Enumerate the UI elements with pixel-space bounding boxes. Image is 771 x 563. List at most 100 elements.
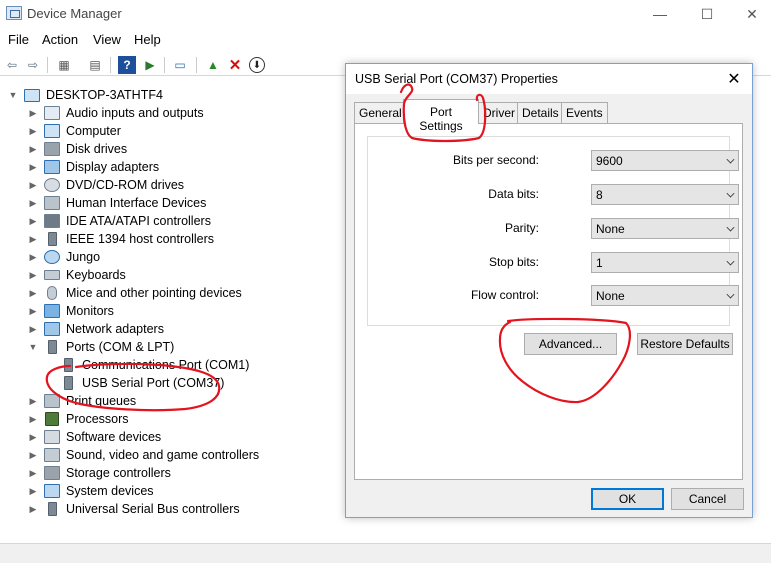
uninstall-icon[interactable]: ✕ [226,56,244,74]
tree-item-ports[interactable]: ▼ Ports (COM & LPT) [28,338,174,356]
chevron-right-icon[interactable]: ▶ [28,198,38,209]
tree-item-processors[interactable]: ▶ Processors [28,410,129,428]
tree-item-software[interactable]: ▶ Software devices [28,428,161,446]
menu-bar: File Action View Help [0,30,771,50]
bits-per-second-label: Bits per second: [452,153,539,167]
stop-bits-select[interactable]: 1 [591,252,739,273]
forward-arrow-icon[interactable]: ⇨ [24,56,42,74]
tree-item-com1[interactable]: Communications Port (COM1) [64,356,249,374]
tree-item-display-adapters[interactable]: ▶ Display adapters [28,158,159,176]
select-value: None [596,289,625,303]
chevron-right-icon[interactable]: ▶ [28,396,38,407]
sound-icon [44,448,60,462]
tree-item-label: Universal Serial Bus controllers [66,502,240,516]
restore-defaults-button[interactable]: Restore Defaults [637,333,733,355]
menu-help[interactable]: Help [134,32,161,47]
tree-item-label: USB Serial Port (COM37) [82,376,225,390]
parity-label: Parity: [504,221,539,235]
tree-item-sound[interactable]: ▶ Sound, video and game controllers [28,446,259,464]
tree-item-label: Audio inputs and outputs [66,106,204,120]
tree-item-audio[interactable]: ▶ Audio inputs and outputs [28,104,204,122]
flow-control-select[interactable]: None [591,285,739,306]
tree-item-monitors[interactable]: ▶ Monitors [28,302,114,320]
minimize-button[interactable]: — [637,0,683,28]
show-hidden-icon[interactable]: ▤ [86,56,104,74]
tree-item-system[interactable]: ▶ System devices [28,482,154,500]
chevron-right-icon[interactable]: ▶ [28,468,38,479]
chevron-right-icon[interactable]: ▶ [28,270,38,281]
chevron-down-icon [726,189,735,198]
ide-controller-icon [44,214,60,228]
tab-port-settings[interactable]: Port Settings [403,99,479,133]
chevron-right-icon[interactable]: ▶ [28,450,38,461]
close-icon[interactable]: ✕ [724,69,744,89]
chevron-right-icon[interactable]: ▶ [28,126,38,137]
chevron-right-icon[interactable]: ▶ [28,306,38,317]
chevron-right-icon[interactable]: ▶ [28,180,38,191]
tree-item-print-queues[interactable]: ▶ Print queues [28,392,136,410]
tree-item-ieee1394[interactable]: ▶ IEEE 1394 host controllers [28,230,214,248]
cancel-button[interactable]: Cancel [671,488,744,510]
storage-controller-icon [44,466,60,480]
chevron-right-icon[interactable]: ▶ [28,144,38,155]
tree-item-usb[interactable]: ▶ Universal Serial Bus controllers [28,500,240,518]
chevron-right-icon[interactable]: ▶ [28,108,38,119]
chevron-right-icon[interactable]: ▶ [28,234,38,245]
tree-item-network[interactable]: ▶ Network adapters [28,320,164,338]
chevron-right-icon[interactable]: ▶ [28,432,38,443]
tree-item-jungo[interactable]: ▶ Jungo [28,248,100,266]
maximize-button[interactable]: ☐ [684,0,730,28]
ok-button[interactable]: OK [591,488,664,510]
chevron-right-icon[interactable]: ▶ [28,486,38,497]
menu-action[interactable]: Action [42,32,78,47]
data-bits-select[interactable]: 8 [591,184,739,205]
properties-icon[interactable]: ▦ [55,56,73,74]
chevron-right-icon[interactable]: ▶ [28,162,38,173]
help-icon[interactable]: ? [118,56,136,74]
chevron-right-icon[interactable]: ▶ [28,216,38,227]
parity-select[interactable]: None [591,218,739,239]
chevron-down-icon[interactable]: ▼ [28,342,38,352]
chevron-right-icon[interactable]: ▶ [28,414,38,425]
network-adapter-icon [44,322,60,336]
toolbar-separator [110,57,111,73]
dialog-title-bar: USB Serial Port (COM37) Properties ✕ [346,64,752,94]
tree-item-hid[interactable]: ▶ Human Interface Devices [28,194,206,212]
chevron-right-icon[interactable]: ▶ [28,324,38,335]
tree-item-dvd[interactable]: ▶ DVD/CD-ROM drives [28,176,184,194]
disable-icon[interactable]: ⬇ [249,57,265,73]
tree-item-label: Processors [66,412,129,426]
dvd-drive-icon [44,178,60,192]
advanced-button[interactable]: Advanced... [524,333,617,355]
tree-item-com37[interactable]: USB Serial Port (COM37) [64,374,224,392]
toolbar-separator [196,57,197,73]
tree-item-label: Keyboards [66,268,126,282]
tree-item-mice[interactable]: ▶ Mice and other pointing devices [28,284,242,302]
tree-item-computer[interactable]: ▶ Computer [28,122,121,140]
tree-item-label: DVD/CD-ROM drives [66,178,185,192]
bits-per-second-select[interactable]: 9600 [591,150,739,171]
tree-root[interactable]: ▼ DESKTOP-3ATHTF4 [8,86,163,104]
chevron-down-icon [726,223,735,232]
back-arrow-icon[interactable]: ⇦ [3,56,21,74]
chevron-right-icon[interactable]: ▶ [28,252,38,263]
tree-item-storage[interactable]: ▶ Storage controllers [28,464,171,482]
tree-item-ide[interactable]: ▶ IDE ATA/ATAPI controllers [28,212,211,230]
scan-hardware-icon[interactable]: ▭ [171,56,189,74]
update-driver-icon[interactable]: ▲ [204,56,222,74]
tab-details[interactable]: Details [517,102,564,123]
menu-view[interactable]: View [93,32,121,47]
tree-item-label: Disk drives [66,142,128,156]
tree-item-disk-drives[interactable]: ▶ Disk drives [28,140,127,158]
close-button[interactable]: ✕ [729,0,771,28]
tree-item-keyboards[interactable]: ▶ Keyboards [28,266,126,284]
tab-driver[interactable]: Driver [478,102,520,123]
tree-item-label: Print queues [66,394,137,408]
chevron-down-icon[interactable]: ▼ [8,90,18,100]
tab-events[interactable]: Events [561,102,608,123]
action-icon[interactable]: ▶ [141,56,159,74]
tab-general[interactable]: General [354,102,407,123]
menu-file[interactable]: File [8,32,29,47]
chevron-right-icon[interactable]: ▶ [28,504,38,515]
chevron-right-icon[interactable]: ▶ [28,288,38,299]
